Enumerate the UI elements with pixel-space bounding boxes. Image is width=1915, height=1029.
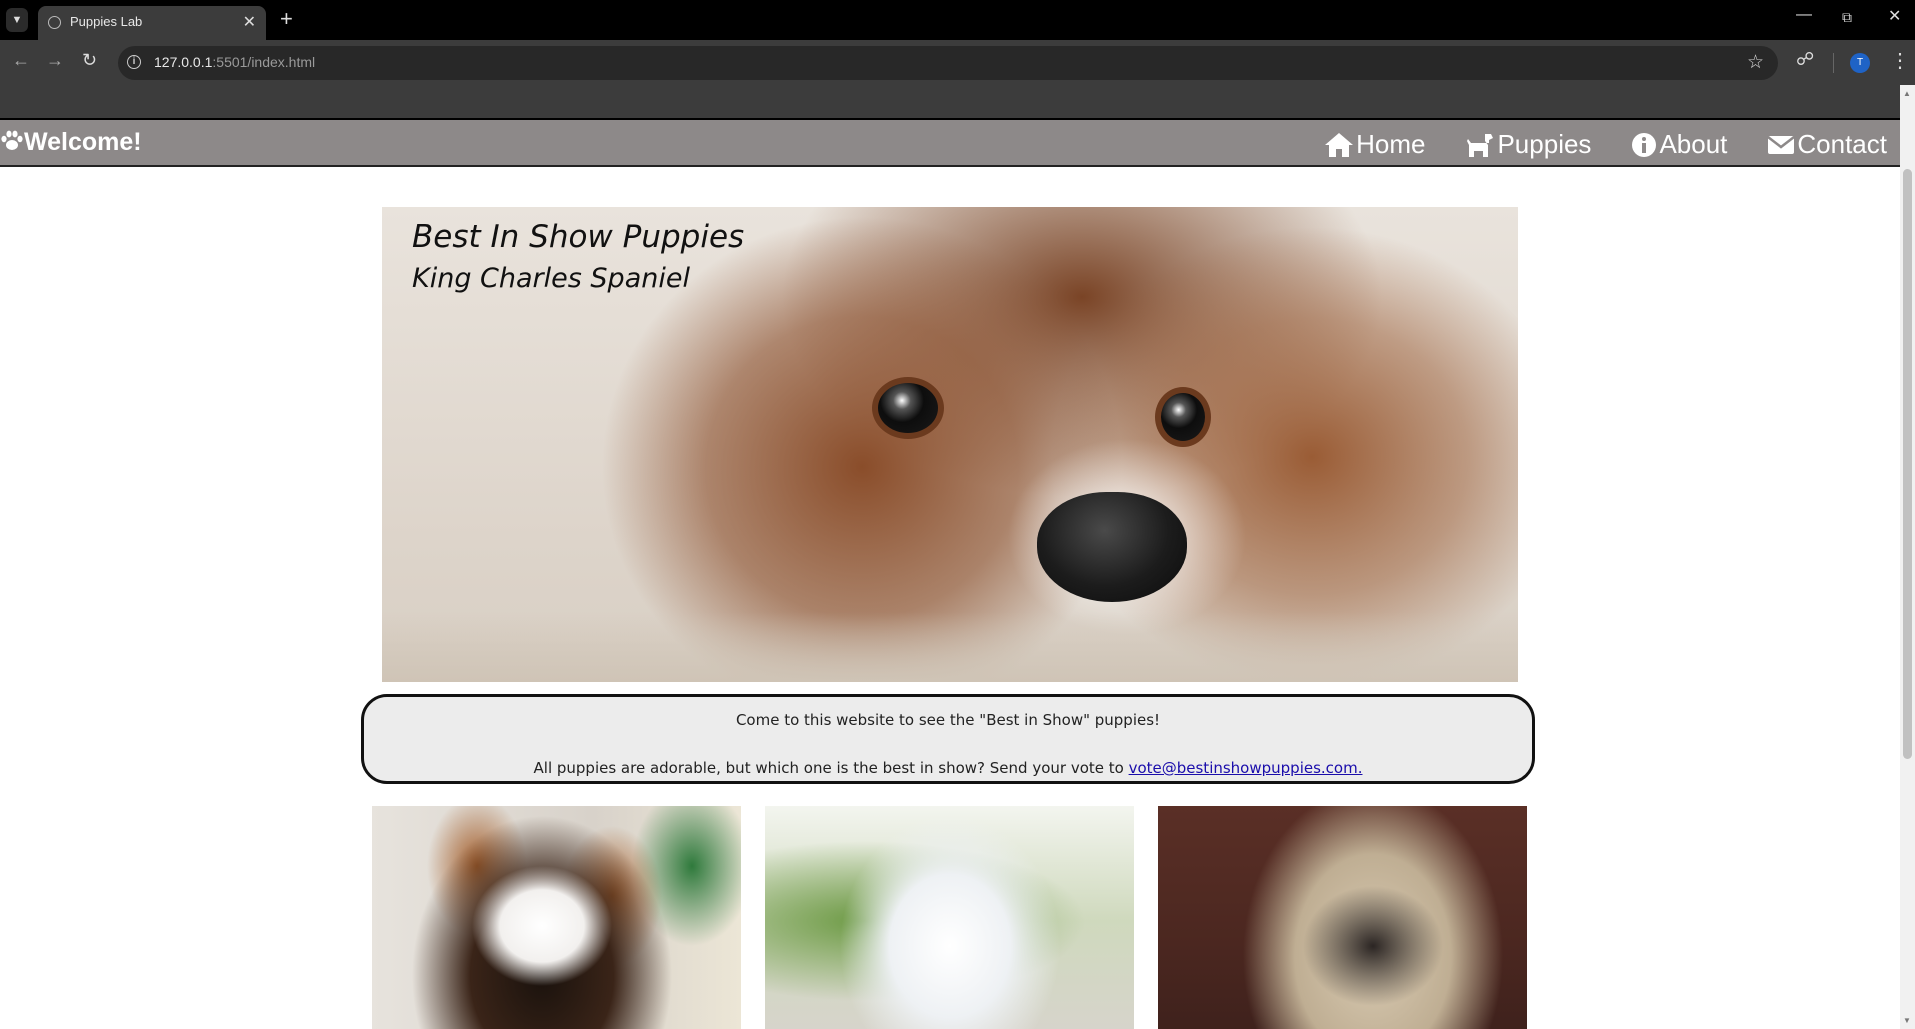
nav-home-label: Home [1356,129,1426,159]
browser-tab-bar: ▼ Puppies Lab ✕ + — ⧉ ✕ [0,0,1915,40]
nav-puppies[interactable]: Puppies [1465,129,1591,160]
extensions-puzzle-icon[interactable]: ☍ [1796,49,1814,70]
url-text[interactable]: 127.0.0.1:5501/index.html [154,54,315,70]
browser-tab[interactable]: Puppies Lab ✕ [38,6,266,40]
intro-text: Come to this website to see the "Best in… [735,711,1161,729]
home-icon [1325,132,1354,157]
puppy-photo-corgi[interactable] [372,806,741,1029]
hero-banner-image: Best In Show Puppies King Charles Spanie… [382,207,1518,682]
brand-label: Welcome! [24,128,142,156]
envelope-icon [1767,135,1796,154]
nav-home[interactable]: Home [1324,129,1425,160]
nav-contact[interactable]: Contact [1767,129,1887,160]
site-brand[interactable]: Welcome! [0,128,142,157]
bookmark-star-icon[interactable]: ☆ [1747,51,1764,74]
puppy-photo-white-puppy[interactable] [765,806,1134,1029]
url-path: :5501/index.html [212,54,316,70]
paw-icon [1,130,23,150]
vote-email-link[interactable]: vote@bestinshowpuppies.com. [1129,759,1363,777]
dog-right-eye [1155,387,1211,447]
address-bar[interactable]: i 127.0.0.1:5501/index.html ☆ [118,46,1778,80]
hero-floor [382,612,1518,682]
puppy-photo-pug[interactable] [1158,806,1527,1029]
page-scrollbar[interactable]: ▲ ▼ [1900,85,1915,1029]
back-arrow-icon[interactable]: ← [12,50,30,71]
site-info-icon[interactable]: i [127,55,141,69]
nav-contact-label: Contact [1797,129,1887,159]
browser-menu-icon[interactable]: ⋮ [1890,48,1910,73]
browser-toolbar: ← → ↻ i 127.0.0.1:5501/index.html ☆ ☍ T … [0,40,1915,85]
vote-prompt: All puppies are adorable, but which one … [533,759,1129,777]
site-navbar: Welcome! Home Puppies About Contact [0,120,1900,167]
new-tab-button[interactable]: + [280,6,293,32]
window-close-icon[interactable]: ✕ [1888,6,1901,26]
url-host: 127.0.0.1 [154,54,213,70]
info-circle-icon [1632,132,1657,157]
tab-title: Puppies Lab [70,14,143,29]
web-page: Welcome! Home Puppies About Contact Best… [0,120,1900,1029]
nav-puppies-label: Puppies [1497,129,1592,159]
scrollbar-thumb[interactable] [1903,169,1912,759]
dog-icon [1467,133,1494,157]
forward-arrow-icon[interactable]: → [46,50,64,71]
dog-nose [1037,492,1187,602]
globe-icon [48,16,61,29]
toolbar-separator [1833,53,1834,73]
intro-box: Come to this website to see the "Best in… [361,694,1535,784]
minimize-icon[interactable]: — [1796,6,1812,24]
scroll-up-arrow-icon[interactable]: ▲ [1903,89,1911,98]
hero-subtitle: King Charles Spaniel [412,263,690,294]
nav-about-label: About [1659,129,1728,159]
reload-icon[interactable]: ↻ [82,50,97,71]
vote-text: All puppies are adorable, but which one … [364,759,1532,777]
restore-icon[interactable]: ⧉ [1842,9,1852,26]
bookmarks-bar [0,85,1900,120]
hero-title: Best In Show Puppies [412,219,745,255]
site-nav-links: Home Puppies About Contact [1324,129,1900,160]
tab-close-icon[interactable]: ✕ [243,12,256,32]
tab-search-button[interactable]: ▼ [6,8,28,32]
profile-avatar[interactable]: T [1850,53,1870,73]
scroll-down-arrow-icon[interactable]: ▼ [1903,1016,1911,1025]
dog-left-eye [872,377,944,439]
nav-about[interactable]: About [1631,129,1727,160]
